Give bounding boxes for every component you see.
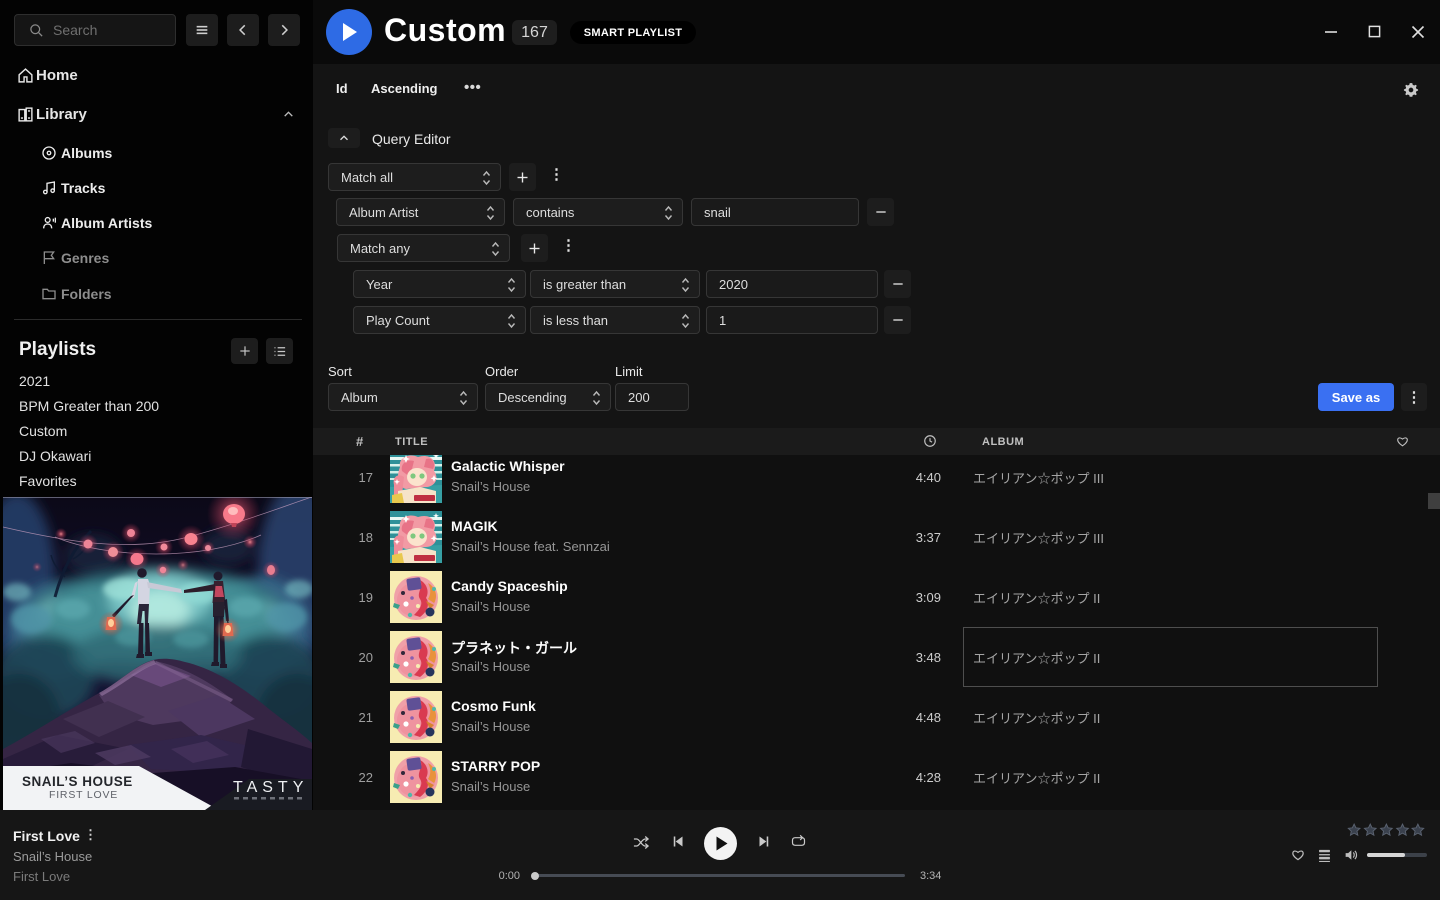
svg-text:SNAIL’S HOUSE: SNAIL’S HOUSE (22, 774, 133, 789)
svg-text:FIRST LOVE: FIRST LOVE (49, 789, 118, 801)
svg-text:TASTY: TASTY (233, 779, 308, 796)
